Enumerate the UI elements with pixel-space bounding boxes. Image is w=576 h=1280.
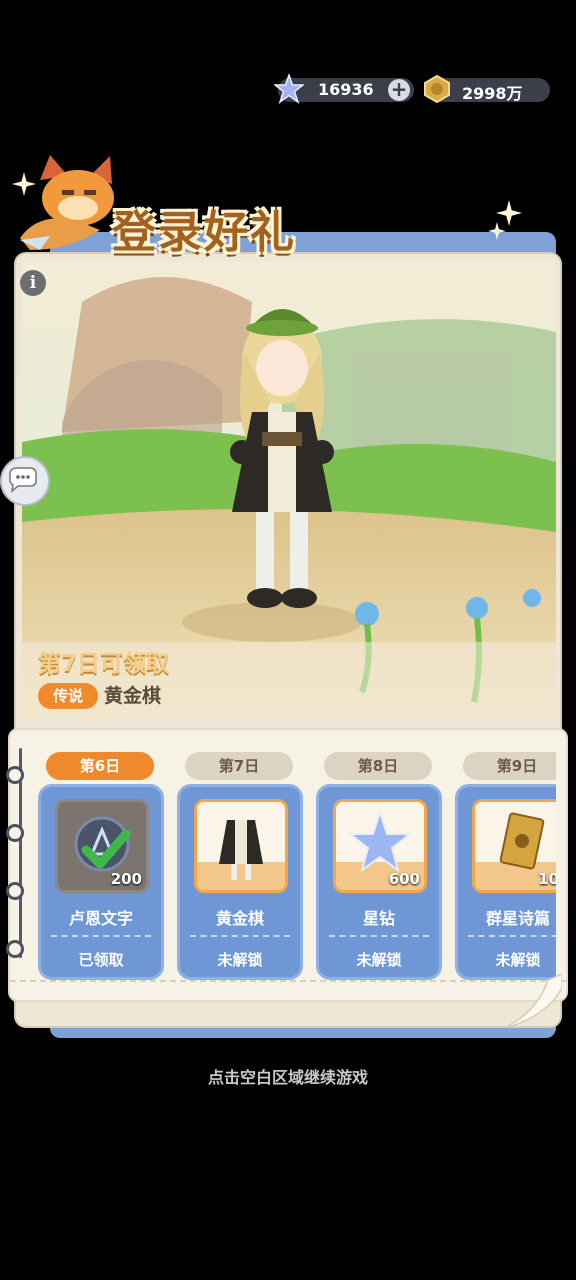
reward-item-box[interactable]: 10 群星诗篇 未解锁 — [455, 784, 556, 980]
reward-name: 群星诗篇 — [485, 909, 550, 928]
reward-quantity: 10 — [538, 870, 556, 888]
day-label: 第9日 — [463, 752, 556, 780]
page-curl — [508, 974, 562, 1026]
login-reward-screen[interactable]: 16936 + 2998万 i 第7日可领取 传说 黄金棋 登录好礼 第6日 2… — [0, 0, 576, 1280]
divider — [468, 935, 556, 937]
reward-status: 未解锁 — [495, 951, 541, 969]
reward-thumbnail: 10 — [472, 799, 556, 893]
continue-hint: 点击空白区域继续游戏 — [207, 1068, 368, 1087]
reward-strip-clip: 第9日 10 群星诗篇 未解锁 — [0, 0, 556, 1280]
